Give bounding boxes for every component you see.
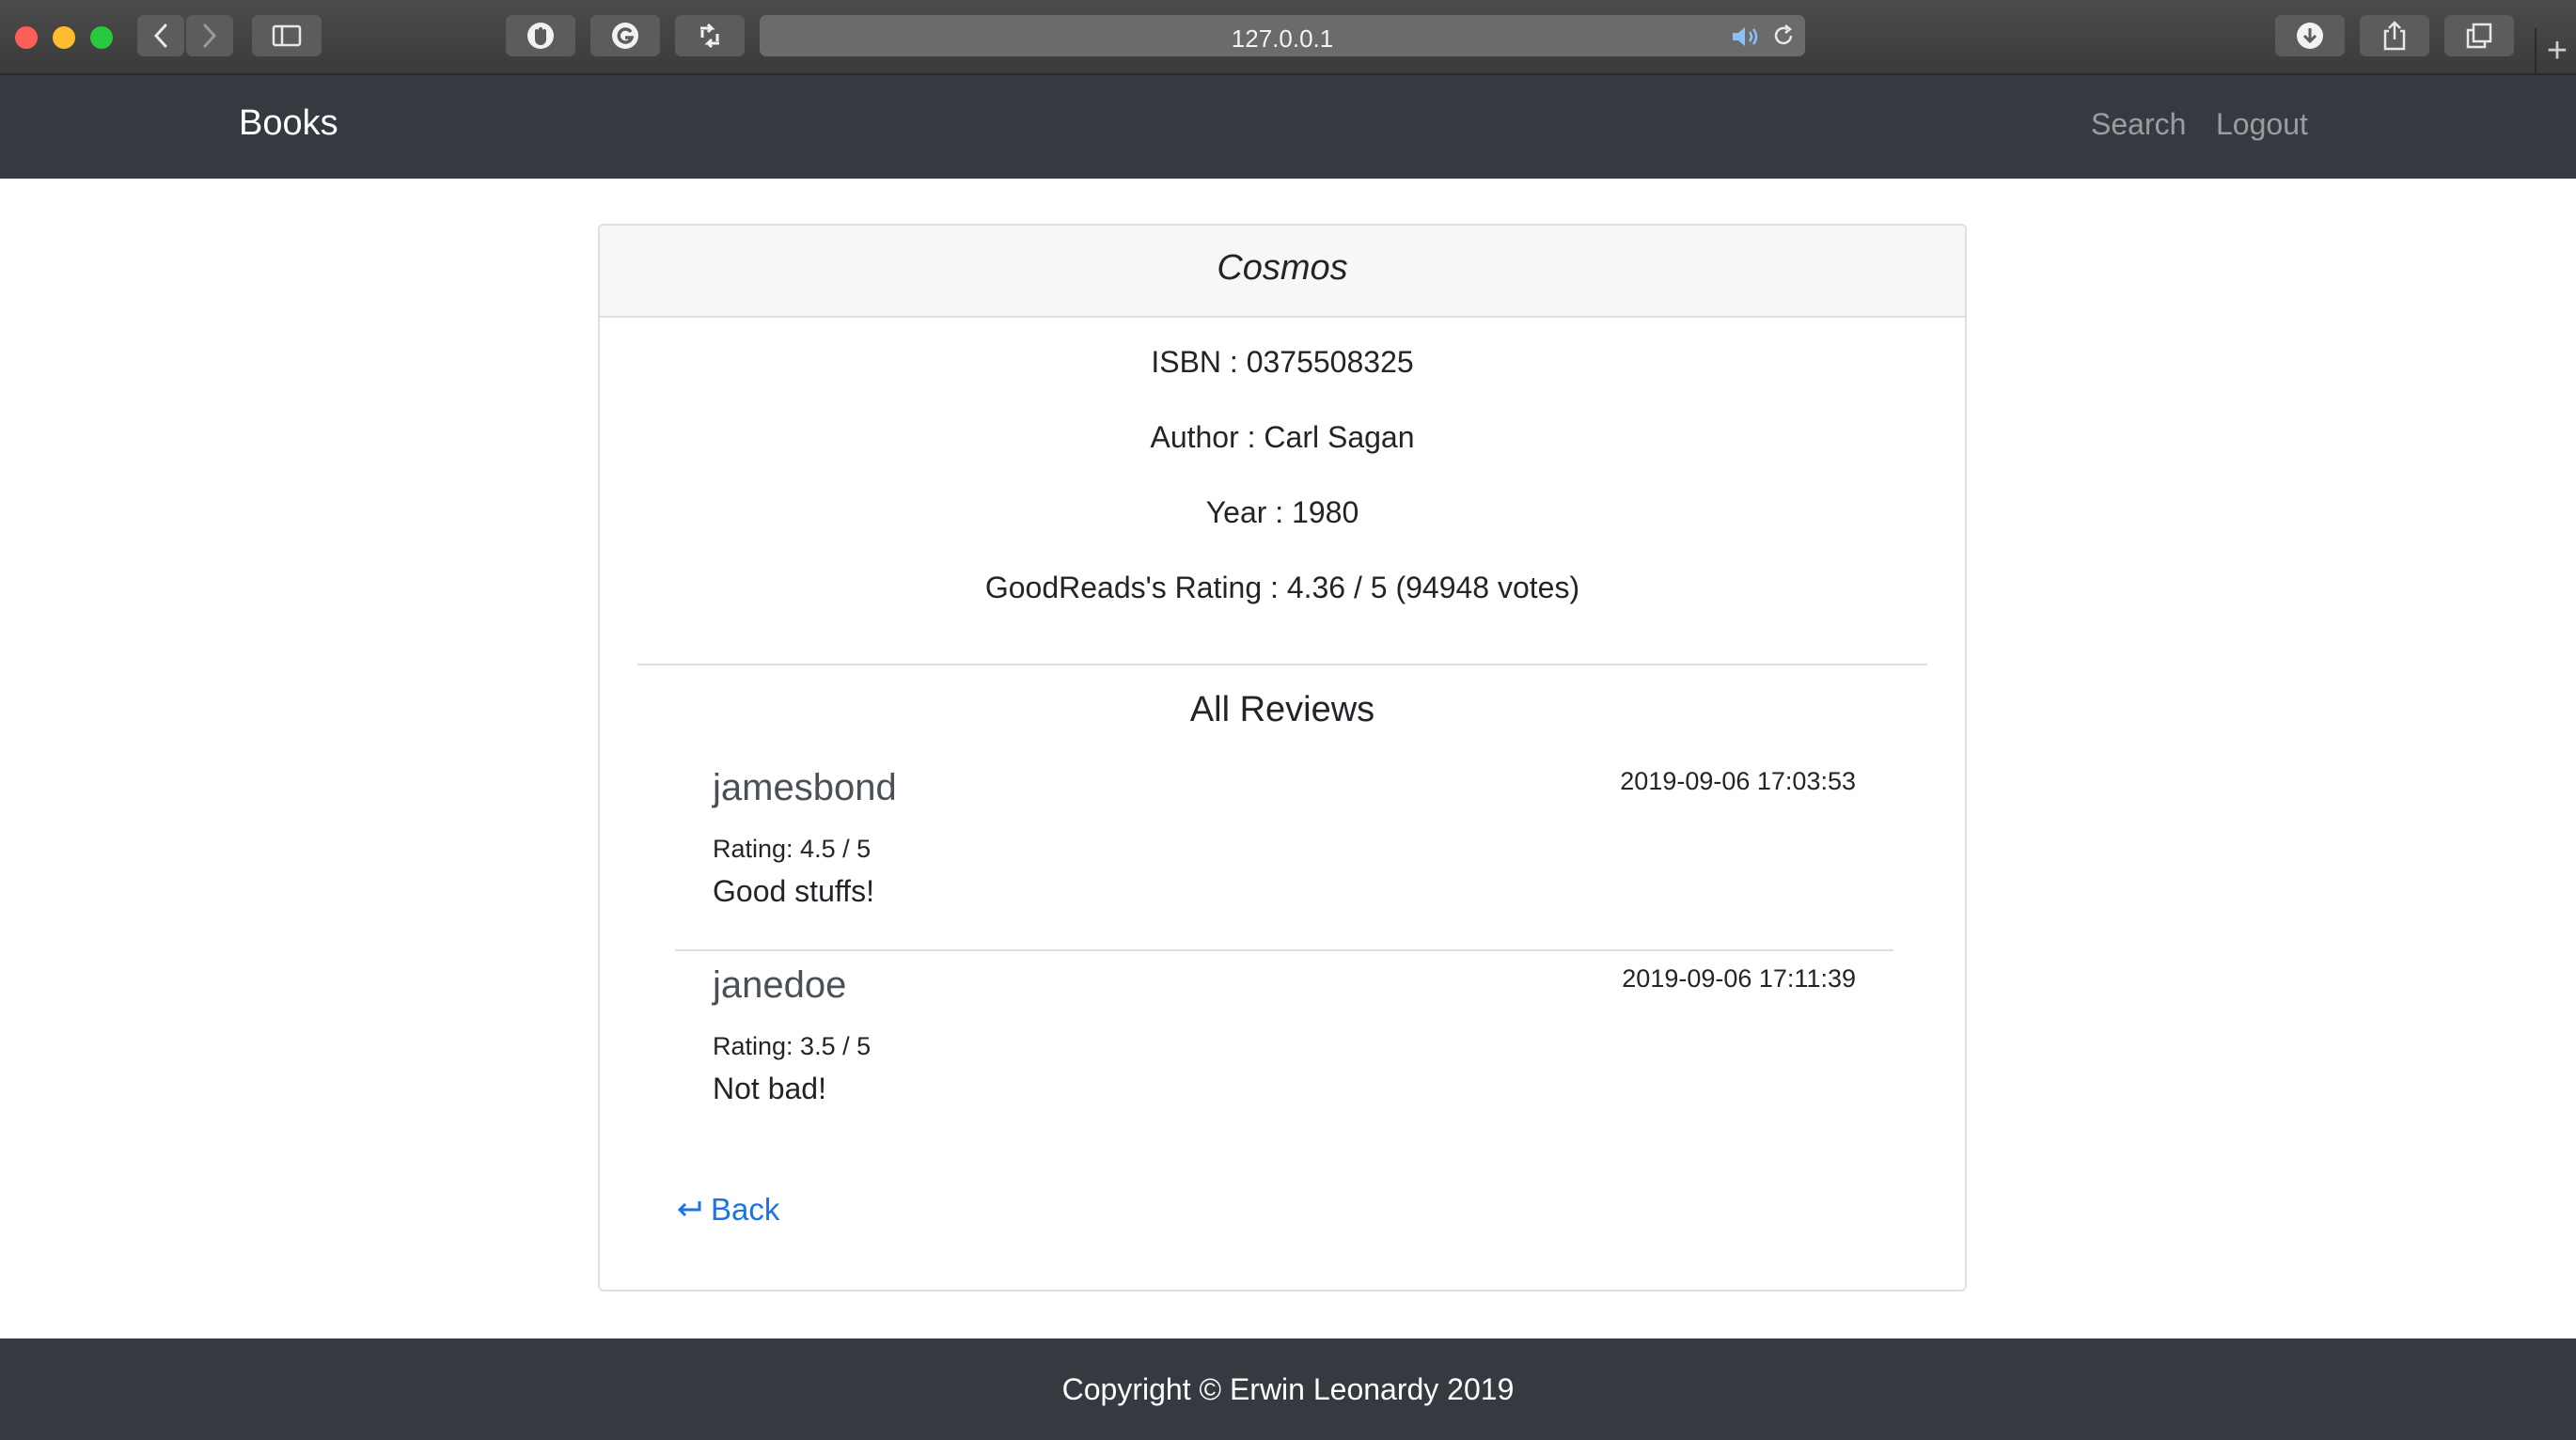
book-card-header: Cosmos (600, 226, 1965, 318)
review-text: Good stuffs! (713, 874, 874, 908)
chevron-left-icon (153, 23, 167, 48)
review-item: janedoe 2019-09-06 17:11:39 Rating: 3.5 … (675, 951, 1893, 1147)
close-window-button[interactable] (15, 26, 38, 49)
divider (637, 664, 1927, 665)
reviews-heading: All Reviews (1189, 690, 1375, 729)
review-item: jamesbond 2019-09-06 17:03:53 Rating: 4.… (675, 754, 1893, 951)
extension-button-1[interactable] (506, 15, 575, 56)
back-link[interactable]: Back (675, 1192, 779, 1228)
book-isbn: ISBN : 0375508325 (1151, 345, 1414, 379)
footer: Copyright © Erwin Leonardy 2019 (0, 1338, 2576, 1440)
extension-shield-icon (527, 23, 554, 49)
book-title: Cosmos (1217, 248, 1348, 288)
book-year: Year : 1980 (1205, 495, 1359, 529)
review-rating: Rating: 3.5 / 5 (713, 1032, 872, 1060)
zoom-window-button[interactable] (90, 26, 113, 49)
tabs-icon (2466, 23, 2492, 49)
nav-link-search[interactable]: Search (2091, 107, 2186, 142)
share-icon (2383, 21, 2406, 51)
grammarly-icon (612, 23, 638, 49)
share-button[interactable] (2360, 15, 2429, 56)
speaker-icon[interactable] (1730, 24, 1762, 49)
book-card: Cosmos ISBN : 0375508325 Author : Carl S… (598, 224, 1967, 1291)
return-arrow-icon (677, 1201, 701, 1217)
reload-icon[interactable] (1771, 23, 1796, 48)
brand-link[interactable]: Books (239, 103, 338, 144)
browser-toolbar: 127.0.0.1 + (0, 0, 2576, 75)
address-bar[interactable]: 127.0.0.1 (760, 15, 1805, 56)
goodreads-rating: GoodReads's Rating : 4.36 / 5 (94948 vot… (984, 571, 1580, 604)
review-date: 2019-09-06 17:03:53 (1620, 767, 1856, 795)
navbar: Books Search Logout (0, 75, 2576, 179)
downloads-button[interactable] (2275, 15, 2345, 56)
url-text: 127.0.0.1 (1231, 24, 1334, 53)
forward-nav-button[interactable] (186, 15, 233, 56)
review-rating: Rating: 4.5 / 5 (713, 835, 872, 863)
review-username: jamesbond (713, 767, 897, 808)
download-icon (2297, 23, 2323, 49)
extension-arrows-icon (700, 23, 719, 49)
sidebar-icon (272, 24, 302, 47)
new-tab-button[interactable]: + (2535, 28, 2576, 73)
copyright-text: Copyright © Erwin Leonardy 2019 (1061, 1372, 1515, 1406)
review-username: janedoe (713, 964, 847, 1006)
sidebar-toggle-button[interactable] (252, 15, 322, 56)
extension-button-2[interactable] (590, 15, 660, 56)
nav-link-logout[interactable]: Logout (2216, 107, 2308, 142)
minimize-window-button[interactable] (53, 26, 75, 49)
back-link-label: Back (711, 1192, 780, 1227)
show-tabs-button[interactable] (2444, 15, 2514, 56)
extension-button-3[interactable] (675, 15, 745, 56)
review-date: 2019-09-06 17:11:39 (1622, 964, 1856, 993)
book-author: Author : Carl Sagan (1150, 420, 1415, 454)
back-nav-button[interactable] (137, 15, 184, 56)
chevron-right-icon (203, 23, 217, 48)
review-text: Not bad! (713, 1072, 826, 1105)
